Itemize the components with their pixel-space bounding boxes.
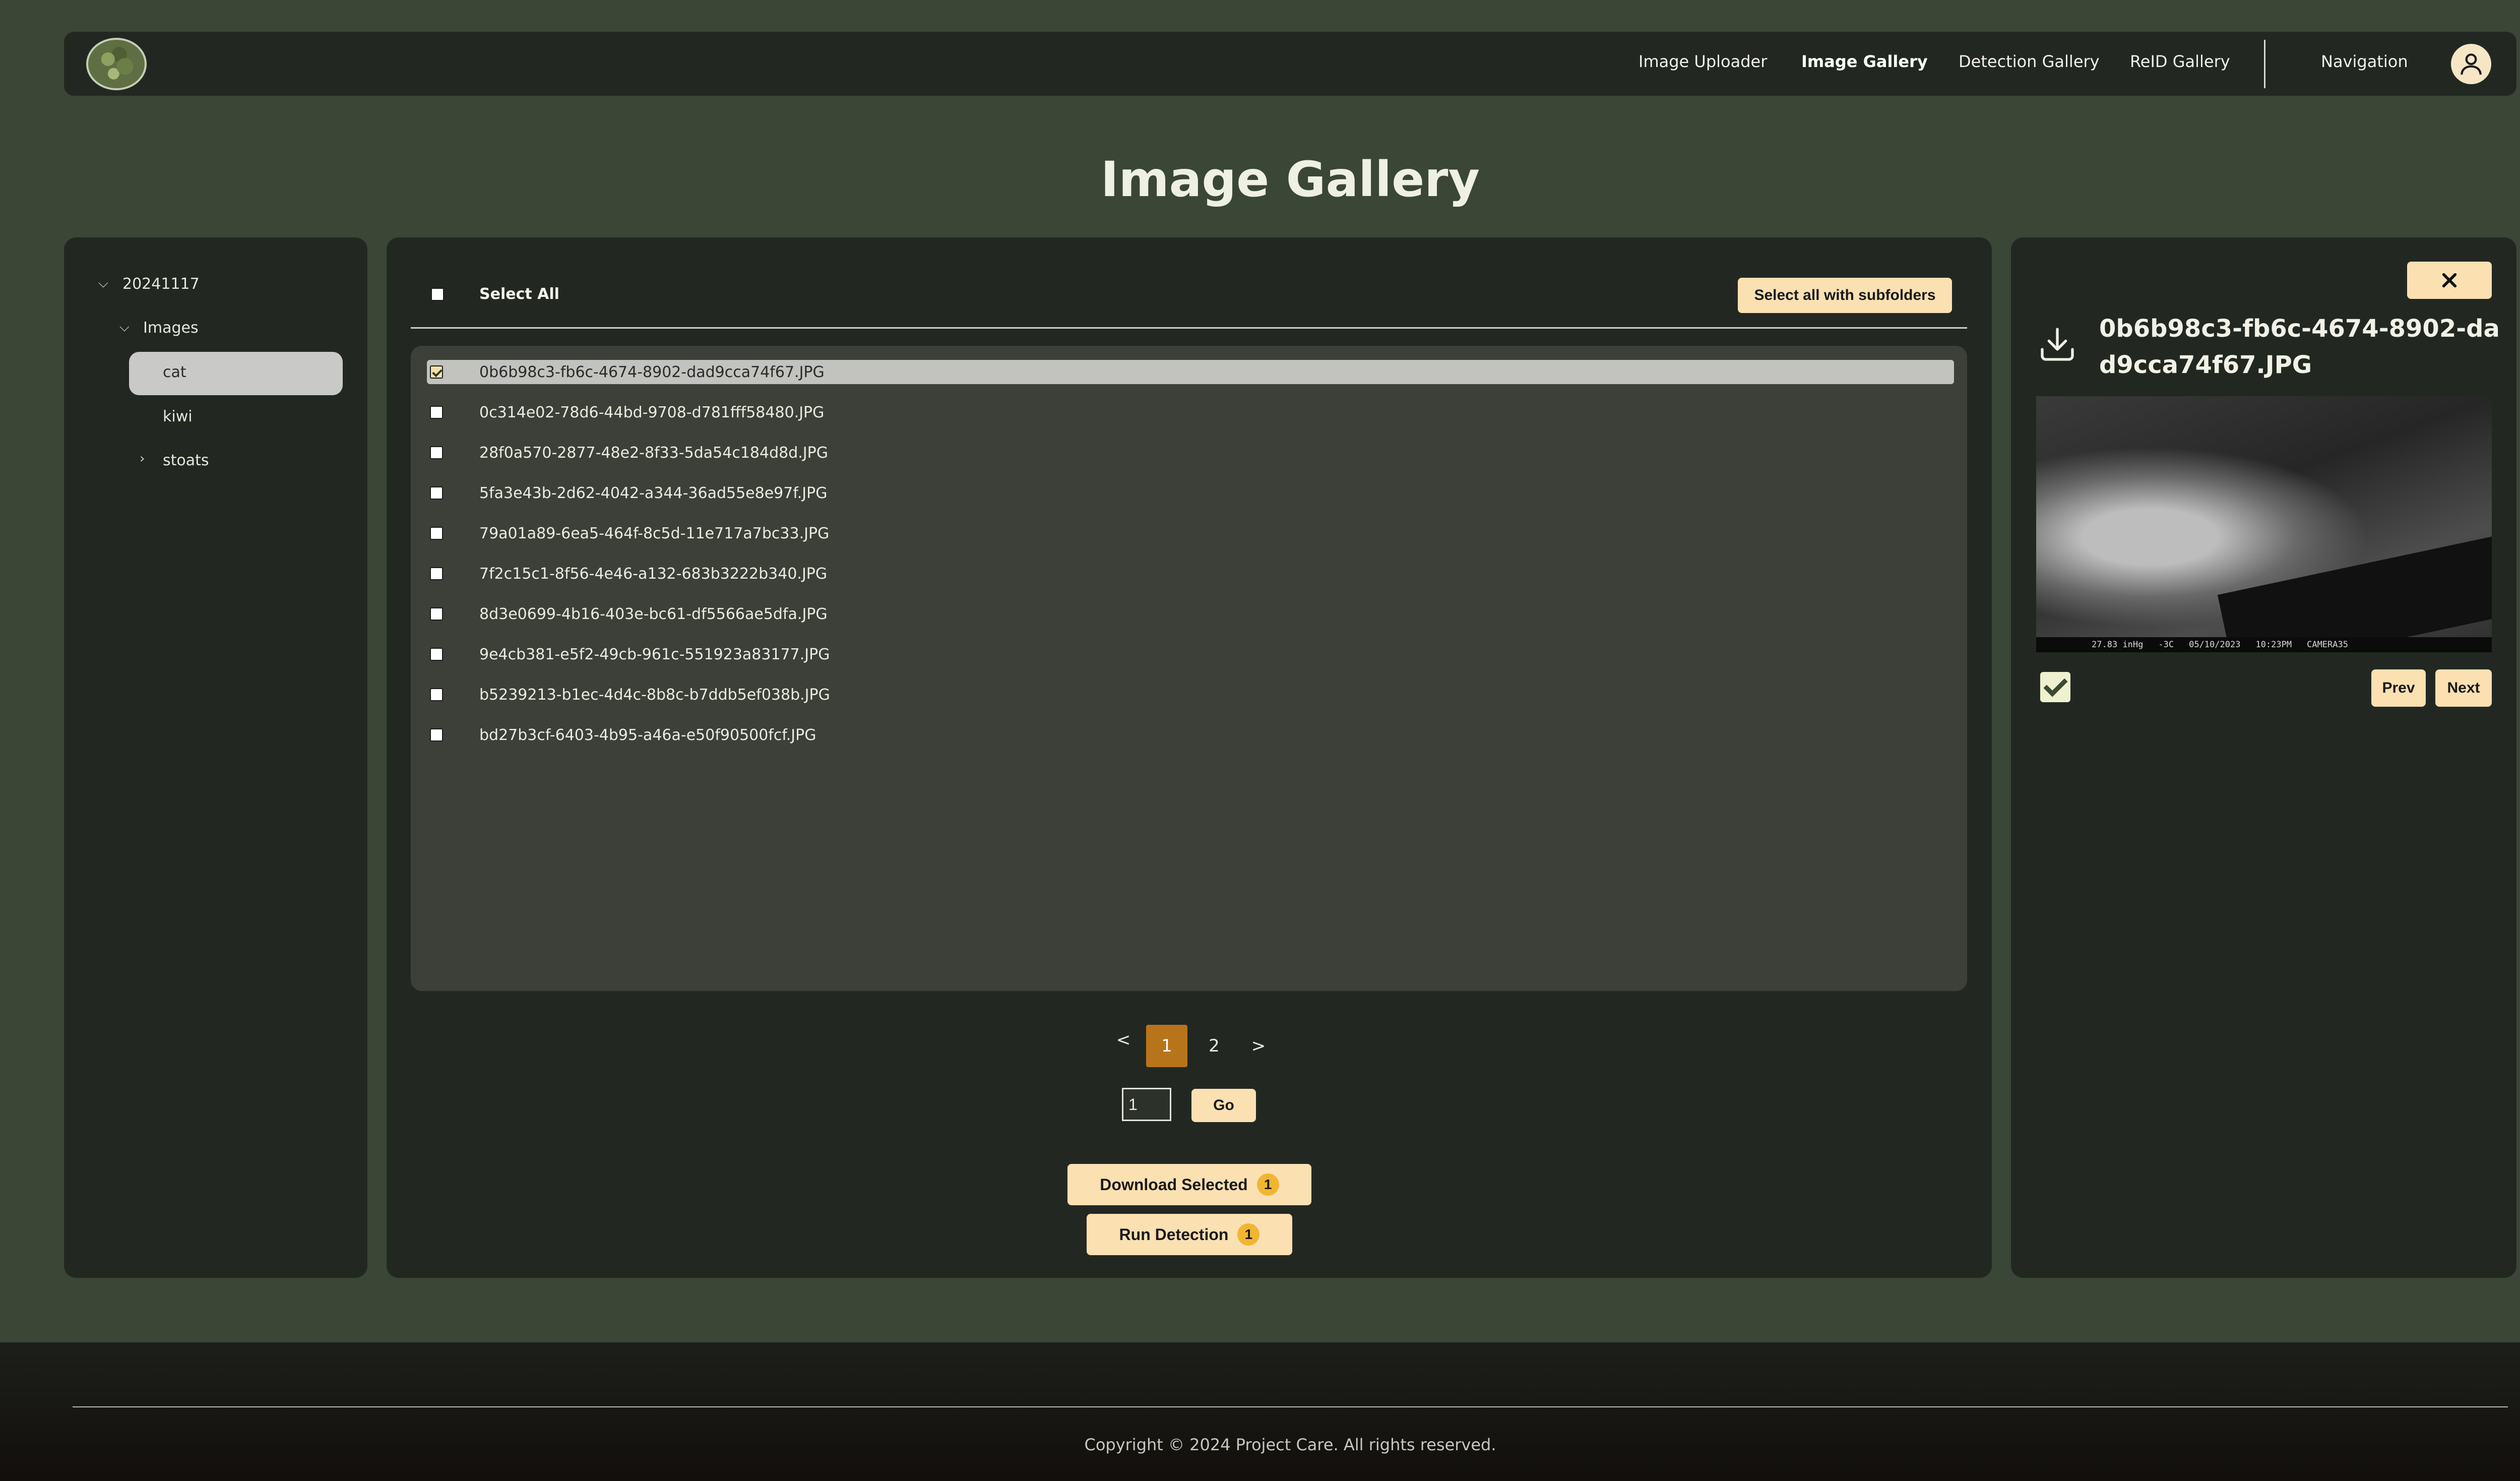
file-name[interactable]: bd27b3cf-6403-4b95-a46a-e50f90500fcf.JPG bbox=[479, 726, 816, 744]
file-name[interactable]: b5239213-b1ec-4d4c-8b8c-b7ddb5ef038b.JPG bbox=[479, 686, 830, 704]
chevron-right-icon[interactable]: › bbox=[140, 451, 145, 466]
trail-camera-image: 27.83 inHg -3C 05/10/2023 10:23PM CAMERA… bbox=[2036, 396, 2492, 652]
user-avatar[interactable] bbox=[2451, 44, 2491, 84]
file-row[interactable]: 5fa3e43b-2d62-4042-a344-36ad55e8e97f.JPG bbox=[411, 480, 1967, 506]
temperature-reading: -3C bbox=[2158, 640, 2174, 650]
nav-divider bbox=[2264, 40, 2265, 88]
project-care-logo[interactable] bbox=[86, 38, 147, 90]
tree-item-kiwi[interactable]: kiwi bbox=[163, 408, 193, 425]
image-content bbox=[2217, 532, 2492, 652]
file-name[interactable]: 8d3e0699-4b16-403e-bc61-df5566ae5dfa.JPG bbox=[479, 605, 828, 623]
file-checkbox[interactable] bbox=[430, 728, 443, 742]
close-preview-button[interactable] bbox=[2407, 262, 2492, 299]
user-icon bbox=[2461, 53, 2482, 75]
preview-select-checkbox[interactable] bbox=[2040, 672, 2070, 702]
page-2-button[interactable]: 2 bbox=[1199, 1025, 1229, 1067]
capture-date: 05/10/2023 bbox=[2189, 640, 2241, 650]
nav-navigation-menu[interactable]: Navigation bbox=[2321, 52, 2408, 71]
file-checkbox[interactable] bbox=[430, 527, 443, 540]
next-image-button[interactable]: Next bbox=[2435, 669, 2492, 707]
run-detection-button[interactable]: Run Detection 1 bbox=[1087, 1214, 1292, 1255]
select-all-checkbox[interactable] bbox=[431, 288, 444, 301]
file-checkbox[interactable] bbox=[430, 648, 443, 661]
file-checkbox[interactable] bbox=[430, 486, 443, 500]
download-icon[interactable] bbox=[2037, 324, 2077, 364]
camera-id: CAMERA35 bbox=[2307, 640, 2348, 650]
file-name[interactable]: 9e4cb381-e5f2-49cb-961c-551923a83177.JPG bbox=[479, 646, 830, 663]
file-row[interactable]: 28f0a570-2877-48e2-8f33-5da54c184d8d.JPG bbox=[411, 440, 1967, 465]
file-checkbox[interactable] bbox=[430, 688, 443, 701]
footer: Copyright © 2024 Project Care. All right… bbox=[0, 1342, 2520, 1481]
page-1-button[interactable]: 1 bbox=[1146, 1025, 1187, 1067]
file-checkbox[interactable] bbox=[430, 406, 443, 419]
close-icon bbox=[2442, 273, 2457, 288]
select-all-subfolders-button[interactable]: Select all with subfolders bbox=[1738, 278, 1952, 313]
image-preview-panel: 0b6b98c3-fb6c-4674-8902-dad9cca74f67.JPG… bbox=[2011, 237, 2516, 1278]
selected-count-badge: 1 bbox=[1256, 1174, 1279, 1196]
nav-detection-gallery[interactable]: Detection Gallery bbox=[1959, 52, 2100, 71]
page-number-input[interactable] bbox=[1122, 1088, 1171, 1121]
capture-time: 10:23PM bbox=[2255, 640, 2292, 650]
top-navbar: Image Uploader Image Gallery Detection G… bbox=[64, 32, 2516, 96]
chevron-down-icon[interactable]: ⌵ bbox=[98, 276, 108, 291]
file-checkbox[interactable] bbox=[430, 446, 443, 459]
tree-item-selected-highlight bbox=[129, 352, 343, 395]
nav-image-uploader[interactable]: Image Uploader bbox=[1639, 52, 1767, 71]
file-row[interactable]: 0b6b98c3-fb6c-4674-8902-dad9cca74f67.JPG bbox=[411, 359, 1967, 385]
file-checkbox[interactable] bbox=[430, 567, 443, 580]
file-gallery-panel: Select All Select all with subfolders 0b… bbox=[387, 237, 1992, 1278]
file-checkbox[interactable] bbox=[430, 607, 443, 621]
tree-folder-root[interactable]: 20241117 bbox=[122, 275, 200, 293]
file-row[interactable]: 7f2c15c1-8f56-4e46-a132-683b3222b340.JPG bbox=[411, 561, 1967, 586]
file-name[interactable]: 0c314e02-78d6-44bd-9708-d781fff58480.JPG bbox=[479, 404, 824, 421]
file-name[interactable]: 0b6b98c3-fb6c-4674-8902-dad9cca74f67.JPG bbox=[479, 363, 825, 381]
copyright-text: Copyright © 2024 Project Care. All right… bbox=[1084, 1435, 1496, 1454]
prev-image-button[interactable]: Prev bbox=[2371, 669, 2426, 707]
file-name[interactable]: 7f2c15c1-8f56-4e46-a132-683b3222b340.JPG bbox=[479, 565, 827, 583]
file-row[interactable]: b5239213-b1ec-4d4c-8b8c-b7ddb5ef038b.JPG bbox=[411, 682, 1967, 707]
file-row[interactable]: 9e4cb381-e5f2-49cb-961c-551923a83177.JPG bbox=[411, 642, 1967, 667]
file-checkbox[interactable] bbox=[430, 365, 443, 379]
prev-page-button[interactable]: < bbox=[1111, 1025, 1136, 1055]
file-row[interactable]: 0c314e02-78d6-44bd-9708-d781fff58480.JPG bbox=[411, 400, 1967, 425]
page-title: Image Gallery bbox=[1100, 151, 1480, 208]
file-name[interactable]: 79a01a89-6ea5-464f-8c5d-11e717a7bc33.JPG bbox=[479, 525, 829, 542]
nav-reid-gallery[interactable]: ReID Gallery bbox=[2130, 52, 2230, 71]
tree-folder-images[interactable]: Images bbox=[143, 319, 199, 337]
select-all-label: Select All bbox=[479, 285, 559, 303]
download-selected-label: Download Selected bbox=[1100, 1175, 1248, 1194]
file-name[interactable]: 28f0a570-2877-48e2-8f33-5da54c184d8d.JPG bbox=[479, 444, 828, 462]
nav-image-gallery[interactable]: Image Gallery bbox=[1801, 52, 1928, 71]
file-list: 0b6b98c3-fb6c-4674-8902-dad9cca74f67.JPG… bbox=[411, 346, 1967, 991]
chevron-down-icon[interactable]: ⌵ bbox=[119, 320, 130, 335]
file-name[interactable]: 5fa3e43b-2d62-4042-a344-36ad55e8e97f.JPG bbox=[479, 484, 827, 502]
pressure-reading: 27.83 inHg bbox=[2092, 640, 2144, 650]
footer-divider bbox=[73, 1406, 2508, 1407]
run-detection-label: Run Detection bbox=[1119, 1225, 1229, 1244]
next-page-button[interactable]: > bbox=[1246, 1025, 1271, 1067]
divider bbox=[411, 327, 1967, 329]
tree-item-cat[interactable]: cat bbox=[163, 363, 186, 381]
go-button[interactable]: Go bbox=[1191, 1089, 1256, 1122]
file-row[interactable]: bd27b3cf-6403-4b95-a46a-e50f90500fcf.JPG bbox=[411, 722, 1967, 748]
folder-tree-panel: ⌵ 20241117 ⌵ Images cat kiwi › stoats bbox=[64, 237, 367, 1278]
file-row[interactable]: 8d3e0699-4b16-403e-bc61-df5566ae5dfa.JPG bbox=[411, 601, 1967, 627]
tree-item-stoats[interactable]: stoats bbox=[163, 452, 209, 469]
file-row[interactable]: 79a01a89-6ea5-464f-8c5d-11e717a7bc33.JPG bbox=[411, 521, 1967, 546]
camera-info-strip: 27.83 inHg -3C 05/10/2023 10:23PM CAMERA… bbox=[2036, 637, 2492, 652]
preview-filename: 0b6b98c3-fb6c-4674-8902-dad9cca74f67.JPG bbox=[2099, 315, 2500, 379]
selected-count-badge: 1 bbox=[1237, 1223, 1260, 1246]
download-selected-button[interactable]: Download Selected 1 bbox=[1067, 1164, 1311, 1205]
